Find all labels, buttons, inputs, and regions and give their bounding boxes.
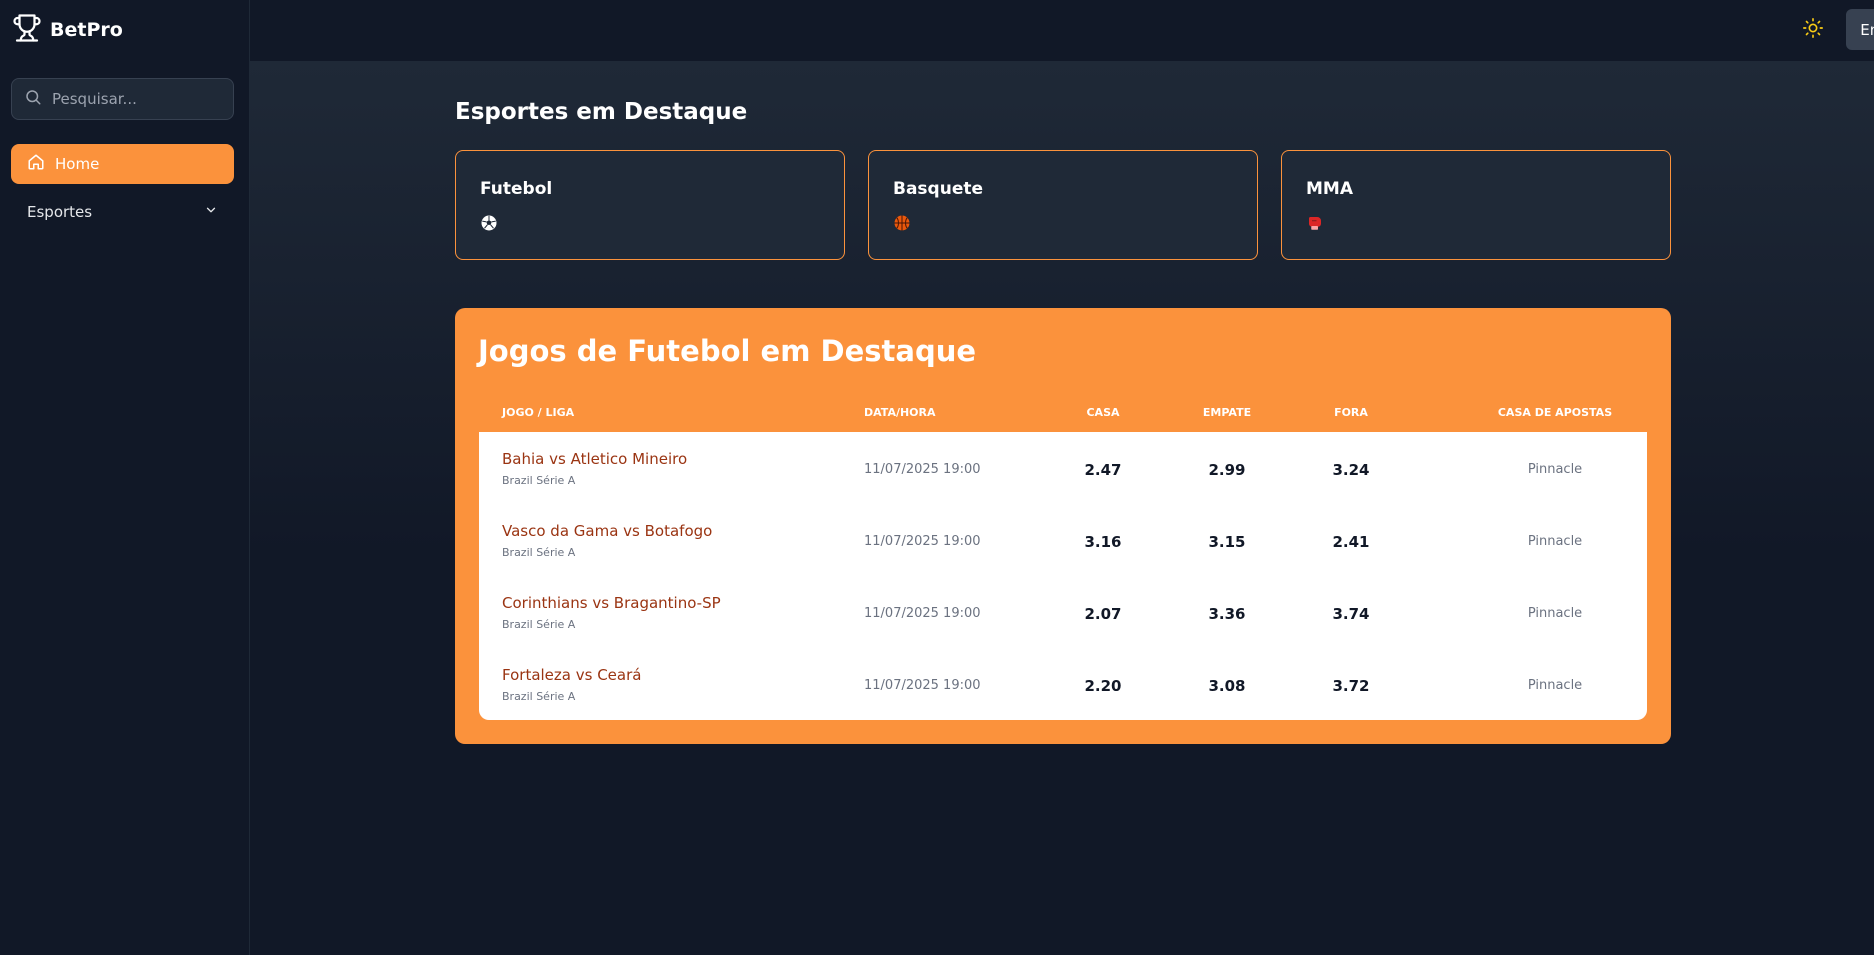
bookmaker-name: Pinnacle [1527,606,1583,621]
odd-draw[interactable]: 3.08 [1187,677,1267,695]
sport-card-name: Basquete [893,179,984,199]
boxing-glove-icon [1306,214,1324,232]
match-datetime: 11/07/2025 19:00 [864,678,981,693]
table-row[interactable]: Fortaleza vs Ceará Brazil Série A 11/07/… [479,648,1647,720]
table-header: Jogo / Liga Data/Hora Casa Empate Fora C… [479,394,1647,428]
search-icon [24,88,42,110]
chevron-down-icon [204,203,218,221]
match-name[interactable]: Vasco da Gama vs Botafogo [502,522,712,540]
sport-card-futebol[interactable]: Futebol [455,150,845,260]
match-datetime: 11/07/2025 19:00 [864,462,981,477]
match-datetime: 11/07/2025 19:00 [864,606,981,621]
column-header-away: Fora [1334,406,1368,419]
bookmaker-name: Pinnacle [1527,534,1583,549]
sidebar-item-home[interactable]: Home [11,144,234,184]
match-name[interactable]: Fortaleza vs Ceará [502,666,641,684]
column-header-bookmaker: Casa de Apostas [1497,406,1613,419]
league-name: Brazil Série A [502,546,576,559]
sport-card-mma[interactable]: MMA [1281,150,1671,260]
theme-toggle-button[interactable] [1790,17,1836,43]
sidebar-item-label: Home [55,155,100,173]
league-name: Brazil Série A [502,618,576,631]
soccer-ball-icon [480,214,498,232]
games-table: Bahia vs Atletico Mineiro Brazil Série A… [479,432,1647,720]
column-header-draw: Empate [1202,406,1252,419]
search-input[interactable] [52,90,222,108]
match-datetime: 11/07/2025 19:00 [864,534,981,549]
odd-away[interactable]: 3.24 [1311,461,1391,479]
sports-section-title: Esportes em Destaque [455,99,748,125]
table-row[interactable]: Corinthians vs Bragantino-SP Brazil Séri… [479,576,1647,648]
search-box[interactable] [11,78,234,120]
odd-away[interactable]: 3.74 [1311,605,1391,623]
trophy-icon [12,13,42,47]
logo[interactable]: BetPro [12,14,123,46]
sidebar-item-label: Esportes [27,203,93,221]
league-name: Brazil Série A [502,474,576,487]
sport-card-name: Futebol [480,179,553,199]
odd-home[interactable]: 2.07 [1063,605,1143,623]
odd-home[interactable]: 3.16 [1063,533,1143,551]
odd-draw[interactable]: 3.36 [1187,605,1267,623]
odd-draw[interactable]: 3.15 [1187,533,1267,551]
top-header: Entrar [250,0,1874,61]
sidebar: BetPro Home Esportes [0,0,250,955]
league-name: Brazil Série A [502,690,576,703]
featured-games-panel: Jogos de Futebol em Destaque Jogo / Liga… [455,308,1671,744]
odd-home[interactable]: 2.20 [1063,677,1143,695]
main-content: Esportes em Destaque Futebol Basquete MM… [250,61,1874,955]
sport-card-basquete[interactable]: Basquete [868,150,1258,260]
basketball-icon [893,214,911,232]
home-icon [27,153,45,175]
bookmaker-name: Pinnacle [1527,678,1583,693]
odd-away[interactable]: 3.72 [1311,677,1391,695]
table-row[interactable]: Vasco da Gama vs Botafogo Brazil Série A… [479,504,1647,576]
bookmaker-name: Pinnacle [1527,462,1583,477]
odd-home[interactable]: 2.47 [1063,461,1143,479]
match-name[interactable]: Corinthians vs Bragantino-SP [502,594,721,612]
featured-games-title: Jogos de Futebol em Destaque [478,334,977,368]
match-name[interactable]: Bahia vs Atletico Mineiro [502,450,687,468]
odd-draw[interactable]: 2.99 [1187,461,1267,479]
sun-icon [1802,17,1824,43]
table-row[interactable]: Bahia vs Atletico Mineiro Brazil Série A… [479,432,1647,504]
login-button[interactable]: Entrar [1846,9,1874,50]
column-header-match: Jogo / Liga [502,406,575,419]
column-header-datetime: Data/Hora [864,406,936,419]
sidebar-item-esportes[interactable]: Esportes [11,196,234,228]
odd-away[interactable]: 2.41 [1311,533,1391,551]
sport-card-name: MMA [1306,179,1353,199]
column-header-home: Casa [1086,406,1120,419]
app-name: BetPro [50,19,123,41]
